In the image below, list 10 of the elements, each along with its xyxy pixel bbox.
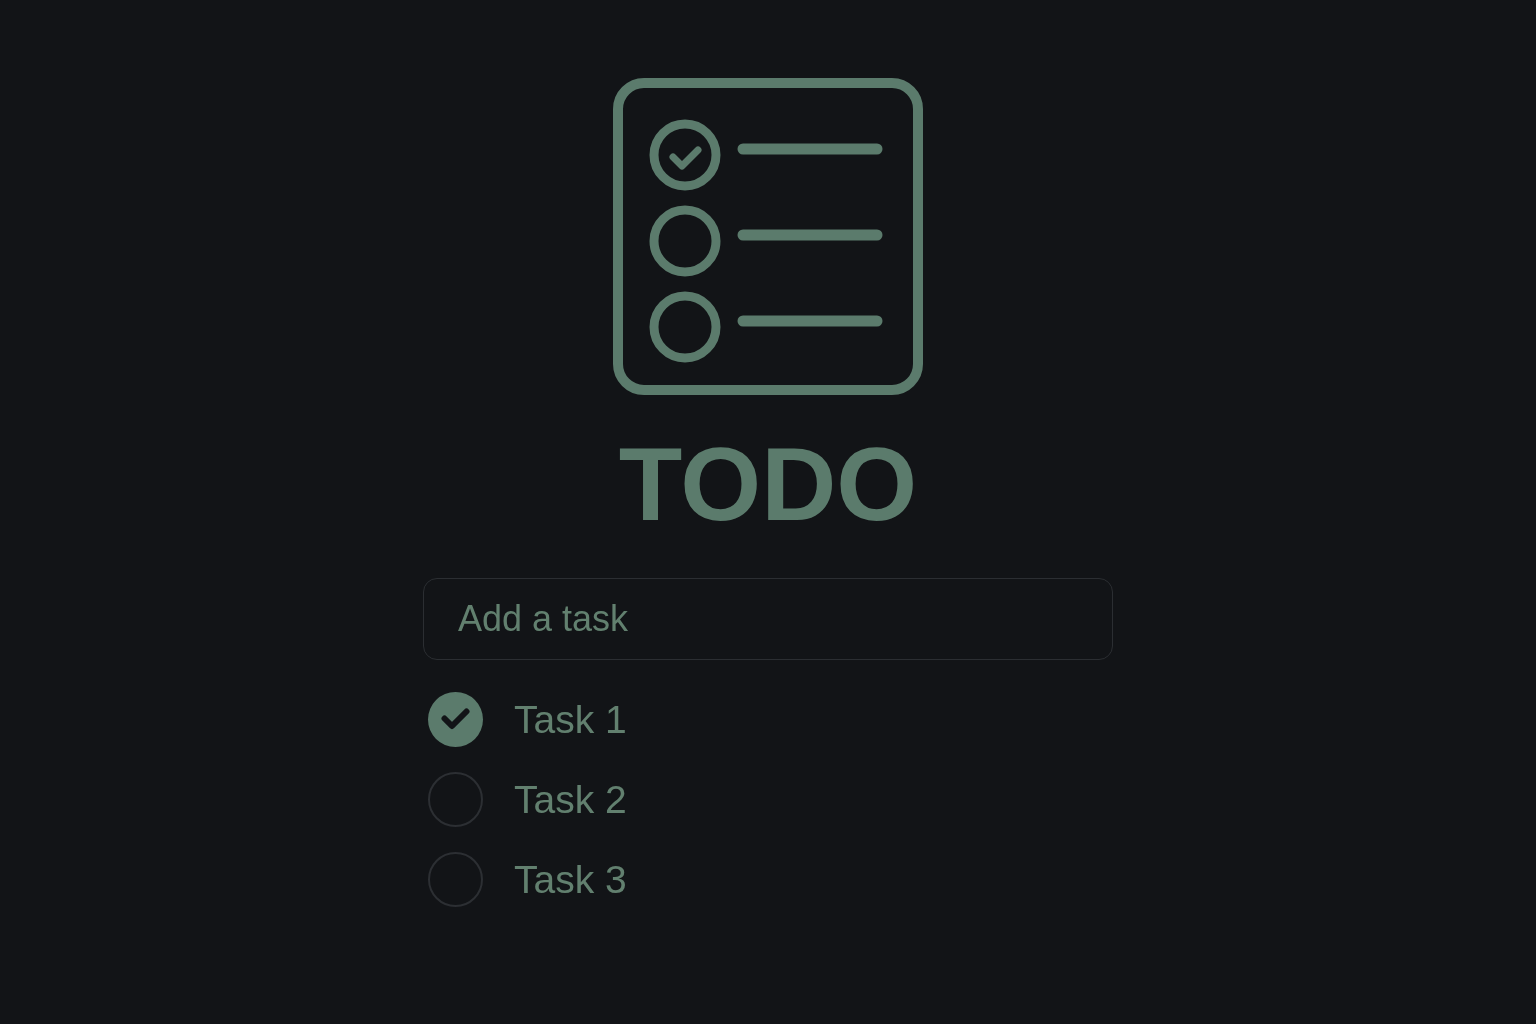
check-icon — [441, 708, 470, 730]
task-label: Task 3 — [514, 859, 627, 899]
checklist-logo-icon — [613, 78, 923, 395]
app-title: TODO — [618, 432, 918, 536]
task-checkbox[interactable] — [428, 771, 483, 827]
task-checkbox[interactable] — [428, 691, 483, 747]
task-checkbox[interactable] — [428, 851, 483, 907]
task-input-field[interactable]: Add a task — [423, 578, 1113, 660]
task-label: Task 2 — [514, 779, 627, 819]
task-label: Task 1 — [514, 699, 627, 739]
